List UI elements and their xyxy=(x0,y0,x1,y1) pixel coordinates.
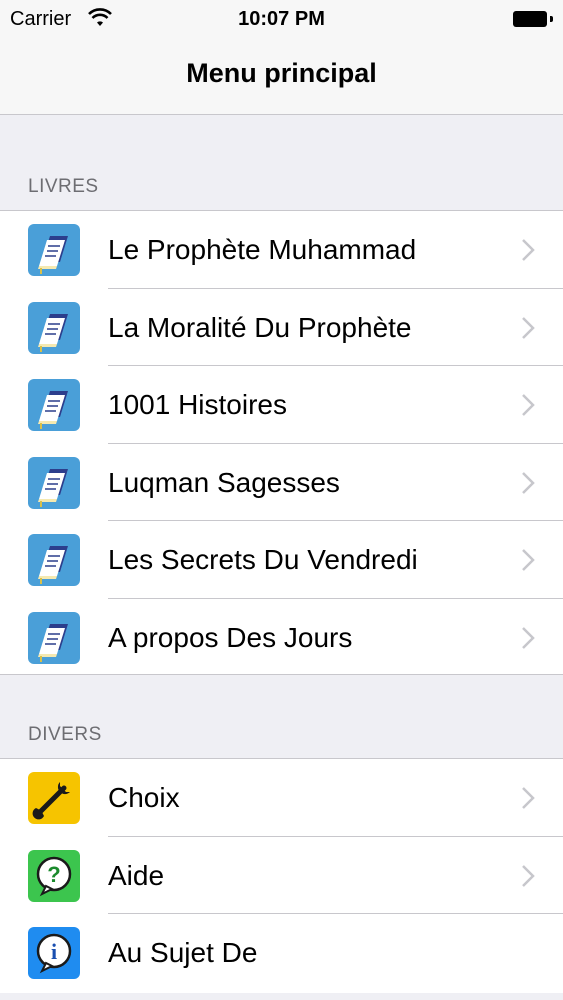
list-item-label: Au Sujet De xyxy=(108,937,258,968)
list-item-label: Les Secrets Du Vendredi xyxy=(108,544,418,575)
book-icon xyxy=(28,224,80,276)
clock: 10:07 PM xyxy=(238,8,325,30)
list-item-label: Le Prophète Muhammad xyxy=(108,234,417,265)
status-bar: Carrier 10:07 PM xyxy=(0,0,563,40)
list-item-label: A propos Des Jours xyxy=(108,621,353,653)
chevron-right-icon xyxy=(522,316,535,339)
book-icon xyxy=(28,301,80,354)
list-item-aide[interactable]: ? Aide xyxy=(0,837,563,914)
list-item-choix[interactable]: Choix xyxy=(0,759,563,837)
book-icon xyxy=(28,611,80,664)
chevron-right-icon xyxy=(522,549,535,571)
chevron-right-icon xyxy=(522,239,535,261)
divers-list: Choix ? Aide i Au Sujet De xyxy=(0,758,563,994)
book-icon xyxy=(28,379,80,431)
list-item-label: La Moralité Du Prophète xyxy=(108,311,412,343)
list-item-au-sujet-de[interactable]: i Au Sujet De xyxy=(0,914,563,992)
chevron-right-icon xyxy=(522,471,535,494)
navigation-bar: Menu principal xyxy=(0,40,563,115)
chevron-right-icon xyxy=(522,864,535,887)
livres-list: Le Prophète Muhammad La Moralité Du Prop… xyxy=(0,210,563,675)
list-item-label: Luqman Sagesses xyxy=(108,466,340,498)
list-item-label: Aide xyxy=(108,859,165,891)
book-icon xyxy=(28,534,80,586)
list-item-luqman-sagesses[interactable]: Luqman Sagesses xyxy=(0,444,563,521)
info-icon: i xyxy=(28,927,80,979)
help-icon: ? xyxy=(28,849,80,902)
chevron-right-icon xyxy=(522,626,535,649)
book-icon xyxy=(28,456,80,509)
chevron-right-icon xyxy=(522,394,535,416)
svg-text:?: ? xyxy=(47,862,60,887)
chevron-right-icon xyxy=(522,787,535,809)
list-item-label: Choix xyxy=(108,782,180,813)
bottom-background xyxy=(0,993,563,1000)
page-title: Menu principal xyxy=(186,58,377,88)
list-item-1001-histoires[interactable]: 1001 Histoires xyxy=(0,366,563,444)
list-item-label: 1001 Histoires xyxy=(108,389,287,420)
battery-icon xyxy=(513,11,553,27)
section-header-divers: DIVERS xyxy=(28,724,102,745)
section-header-livres: LIVRES xyxy=(28,176,99,197)
list-item-propos-jours[interactable]: A propos Des Jours xyxy=(0,599,563,677)
list-item-prophete-muhammad[interactable]: Le Prophète Muhammad xyxy=(0,211,563,289)
list-item-moralite-prophete[interactable]: La Moralité Du Prophète xyxy=(0,289,563,366)
wrench-icon xyxy=(28,772,80,824)
svg-text:i: i xyxy=(51,939,57,964)
list-item-secrets-vendredi[interactable]: Les Secrets Du Vendredi xyxy=(0,521,563,599)
